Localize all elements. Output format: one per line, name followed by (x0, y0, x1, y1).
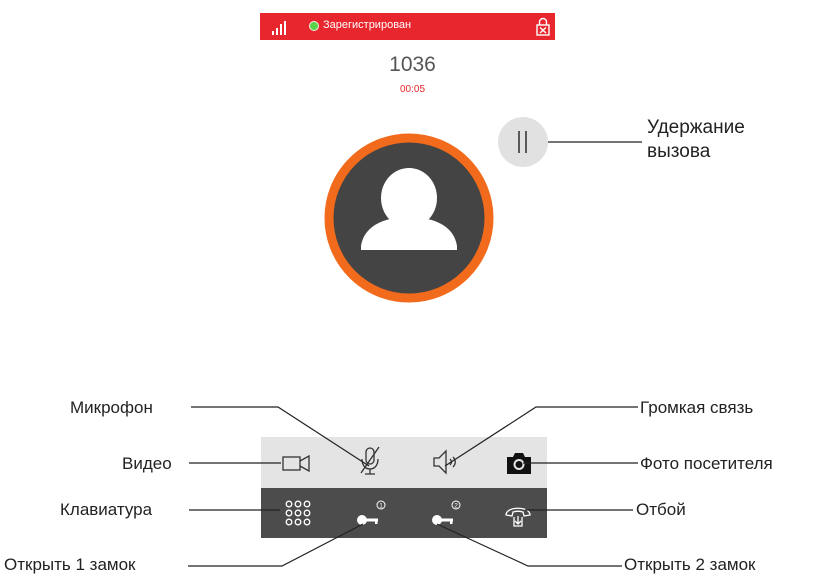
registration-status: Зарегистрирован (323, 19, 412, 31)
signal-bars-icon (272, 21, 286, 35)
svg-text:2: 2 (454, 503, 458, 510)
hold-button[interactable] (498, 117, 548, 167)
open-lock-1-label: Открыть 1 замок (4, 555, 136, 574)
caller-avatar (324, 133, 494, 303)
video-label: Видео (122, 454, 172, 473)
call-duration: 00:05 (399, 84, 426, 95)
microphone-muted-icon[interactable] (355, 446, 385, 476)
hold-label: Удержание вызова (647, 116, 745, 164)
open-lock-2-label: Открыть 2 замок (624, 555, 756, 574)
hold-label-line1: Удержание (647, 117, 745, 138)
speaker-icon[interactable] (430, 447, 460, 477)
hangup-icon[interactable] (502, 497, 534, 529)
status-bar: Зарегистрирован (260, 13, 555, 40)
video-camera-icon[interactable] (281, 449, 311, 479)
keypad-icon[interactable] (283, 498, 313, 528)
key-1-icon[interactable]: 1 (355, 498, 387, 528)
caller-number: 1036 (389, 53, 436, 76)
lock-cross-icon[interactable] (536, 17, 550, 36)
camera-icon[interactable] (504, 448, 534, 478)
keypad-label: Клавиатура (60, 500, 153, 519)
hold-label-line2: вызова (647, 141, 711, 162)
hangup-label: Отбой (636, 500, 686, 519)
svg-text:1: 1 (379, 503, 383, 510)
registration-indicator (309, 21, 319, 31)
key-2-icon[interactable]: 2 (430, 498, 462, 528)
microphone-label: Микрофон (70, 398, 153, 417)
speaker-label: Громкая связь (640, 398, 754, 417)
pause-icon (498, 117, 548, 167)
photo-label: Фото посетителя (640, 454, 773, 473)
